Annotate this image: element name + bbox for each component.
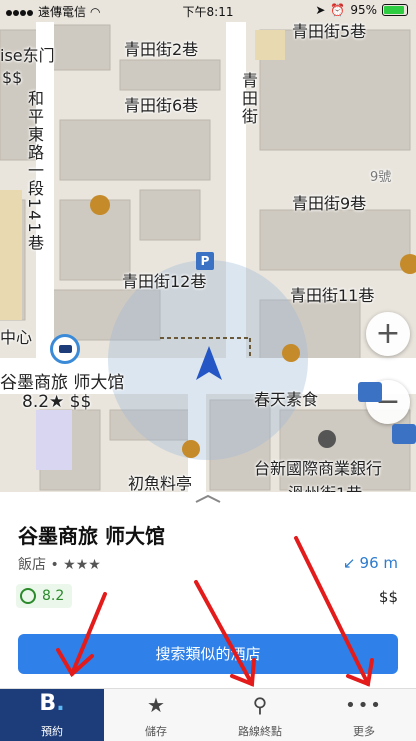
star-plus-icon: ★ — [147, 693, 165, 717]
alarm-icon: ⏰ — [330, 3, 346, 17]
booking-logo-icon: B. — [39, 691, 65, 716]
sheet-handle-icon[interactable] — [194, 494, 222, 504]
cafe-poi-icon[interactable] — [90, 195, 110, 215]
map-label: 中心 — [0, 328, 33, 347]
current-location-arrow-icon — [196, 346, 222, 380]
hotel-pin-icon[interactable] — [50, 334, 80, 364]
hotel-marker-icon[interactable] — [392, 424, 416, 444]
battery-icon — [382, 4, 408, 16]
map-label: 青田街9巷 — [292, 194, 367, 213]
parking-icon[interactable]: P — [196, 252, 214, 270]
place-details-sheet[interactable]: 谷墨商旅 师大馆 飯店 • ★★★ ↙ 96 m 8.2 $$ 搜索類似的酒店 — [0, 492, 416, 688]
bottom-tab-bar: B. 預約 ★ 儲存 ⚲ 路線終點 ••• 更多 — [0, 688, 416, 741]
price-level: $$ — [378, 588, 398, 606]
map-label: 青田街 — [239, 72, 258, 126]
rating-badge: 8.2 — [16, 584, 73, 608]
bank-poi-icon[interactable] — [318, 430, 336, 448]
map-label: 春天素食 — [254, 390, 319, 409]
more-dots-icon: ••• — [345, 695, 383, 716]
map-label: 青田街11巷 — [290, 286, 375, 305]
tab-route-destination[interactable]: ⚲ 路線終點 — [208, 689, 312, 741]
cafe-poi-icon[interactable] — [400, 254, 416, 274]
tab-save[interactable]: ★ 儲存 — [104, 689, 208, 741]
tab-booking[interactable]: B. 預約 — [0, 689, 104, 741]
map-label: 初魚料亭 — [128, 474, 193, 493]
smiley-icon — [20, 588, 36, 604]
hotel-map-label[interactable]: 谷墨商旅 师大馆 — [0, 368, 124, 393]
map-label: 台新國際商業銀行 — [254, 459, 383, 478]
status-bar: 遠傳電信 ◠ 下午8:11 ➤ ⏰ 95% — [0, 0, 416, 22]
zoom-in-button[interactable]: + — [366, 312, 410, 356]
map-label: 9號 — [370, 170, 392, 185]
search-similar-hotels-button[interactable]: 搜索類似的酒店 — [18, 634, 398, 674]
map-label: 和平東路一段141巷 — [25, 90, 44, 253]
route-pin-icon: ⚲ — [252, 693, 268, 717]
battery-percent: 95% — [350, 3, 377, 17]
hotel-marker-icon[interactable] — [358, 382, 382, 402]
hotel-type-stars: 飯店 • ★★★ — [18, 557, 101, 573]
map-label: ise东门 — [0, 46, 55, 65]
map-label: 青田街2巷 — [124, 40, 199, 59]
restaurant-poi-icon[interactable] — [182, 440, 200, 458]
location-icon: ➤ — [315, 3, 326, 17]
walk-arrow-icon: ↙ — [342, 554, 356, 572]
map-view[interactable]: ise东门 $$ 青田街2巷 青田街5巷 青田街6巷 青田街 和平東路一段141… — [0, 0, 416, 500]
distance-label: ↙ 96 m — [342, 554, 398, 572]
map-background — [0, 22, 416, 500]
tab-more[interactable]: ••• 更多 — [312, 689, 416, 741]
map-label: 青田街6巷 — [124, 96, 199, 115]
hotel-map-rating: 8.2★ $$ — [22, 392, 92, 412]
map-label: 青田街12巷 — [122, 272, 207, 291]
hotel-title: 谷墨商旅 师大馆 — [18, 524, 165, 548]
map-label: $$ — [2, 68, 23, 87]
restaurant-poi-icon[interactable] — [282, 344, 300, 362]
